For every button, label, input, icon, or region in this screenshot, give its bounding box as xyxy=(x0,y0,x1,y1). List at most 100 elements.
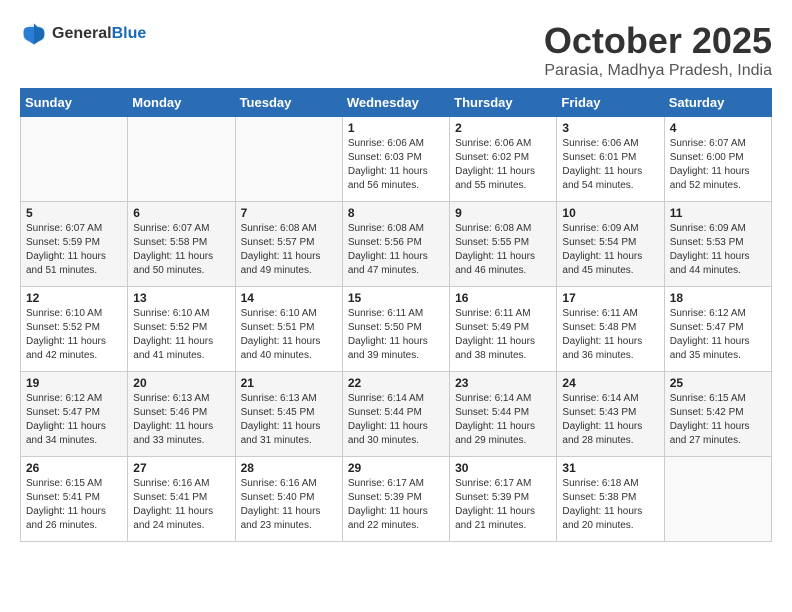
sunset-text: Sunset: 5:51 PM xyxy=(241,322,315,333)
daylight-text: Daylight: 11 hours and 27 minutes. xyxy=(670,421,750,446)
day-info: Sunrise: 6:14 AM Sunset: 5:44 PM Dayligh… xyxy=(348,392,444,448)
day-number: 1 xyxy=(348,121,444,135)
calendar-cell: 30 Sunrise: 6:17 AM Sunset: 5:39 PM Dayl… xyxy=(450,457,557,542)
daylight-text: Daylight: 11 hours and 31 minutes. xyxy=(241,421,321,446)
day-number: 19 xyxy=(26,376,122,390)
sunset-text: Sunset: 5:52 PM xyxy=(26,322,100,333)
sunrise-text: Sunrise: 6:11 AM xyxy=(455,308,530,319)
calendar-cell: 7 Sunrise: 6:08 AM Sunset: 5:57 PM Dayli… xyxy=(235,202,342,287)
daylight-text: Daylight: 11 hours and 46 minutes. xyxy=(455,251,535,276)
sunrise-text: Sunrise: 6:14 AM xyxy=(562,393,638,404)
calendar-cell: 6 Sunrise: 6:07 AM Sunset: 5:58 PM Dayli… xyxy=(128,202,235,287)
day-info: Sunrise: 6:10 AM Sunset: 5:51 PM Dayligh… xyxy=(241,307,337,363)
logo-blue-text: Blue xyxy=(112,25,147,42)
sunrise-text: Sunrise: 6:07 AM xyxy=(26,223,102,234)
day-info: Sunrise: 6:07 AM Sunset: 5:59 PM Dayligh… xyxy=(26,222,122,278)
calendar-subtitle: Parasia, Madhya Pradesh, India xyxy=(544,62,772,80)
sunset-text: Sunset: 6:02 PM xyxy=(455,152,529,163)
page-header: GeneralBlue October 2025 Parasia, Madhya… xyxy=(20,20,772,80)
sunset-text: Sunset: 5:54 PM xyxy=(562,237,636,248)
calendar-cell: 15 Sunrise: 6:11 AM Sunset: 5:50 PM Dayl… xyxy=(342,287,449,372)
daylight-text: Daylight: 11 hours and 33 minutes. xyxy=(133,421,213,446)
sunset-text: Sunset: 5:43 PM xyxy=(562,407,636,418)
day-number: 21 xyxy=(241,376,337,390)
day-info: Sunrise: 6:12 AM Sunset: 5:47 PM Dayligh… xyxy=(670,307,766,363)
sunrise-text: Sunrise: 6:10 AM xyxy=(26,308,102,319)
calendar-cell: 16 Sunrise: 6:11 AM Sunset: 5:49 PM Dayl… xyxy=(450,287,557,372)
sunset-text: Sunset: 6:00 PM xyxy=(670,152,744,163)
day-number: 30 xyxy=(455,461,551,475)
day-number: 20 xyxy=(133,376,229,390)
calendar-cell: 29 Sunrise: 6:17 AM Sunset: 5:39 PM Dayl… xyxy=(342,457,449,542)
sunrise-text: Sunrise: 6:12 AM xyxy=(26,393,102,404)
daylight-text: Daylight: 11 hours and 38 minutes. xyxy=(455,336,535,361)
calendar-cell: 21 Sunrise: 6:13 AM Sunset: 5:45 PM Dayl… xyxy=(235,372,342,457)
day-number: 28 xyxy=(241,461,337,475)
sunset-text: Sunset: 5:39 PM xyxy=(348,492,422,503)
daylight-text: Daylight: 11 hours and 26 minutes. xyxy=(26,506,106,531)
calendar-cell: 13 Sunrise: 6:10 AM Sunset: 5:52 PM Dayl… xyxy=(128,287,235,372)
day-number: 5 xyxy=(26,206,122,220)
calendar-cell: 2 Sunrise: 6:06 AM Sunset: 6:02 PM Dayli… xyxy=(450,117,557,202)
sunrise-text: Sunrise: 6:11 AM xyxy=(562,308,637,319)
daylight-text: Daylight: 11 hours and 41 minutes. xyxy=(133,336,213,361)
calendar-cell: 24 Sunrise: 6:14 AM Sunset: 5:43 PM Dayl… xyxy=(557,372,664,457)
calendar-cell: 4 Sunrise: 6:07 AM Sunset: 6:00 PM Dayli… xyxy=(664,117,771,202)
calendar-week-row: 12 Sunrise: 6:10 AM Sunset: 5:52 PM Dayl… xyxy=(21,287,772,372)
day-info: Sunrise: 6:11 AM Sunset: 5:50 PM Dayligh… xyxy=(348,307,444,363)
sunset-text: Sunset: 5:46 PM xyxy=(133,407,207,418)
day-info: Sunrise: 6:11 AM Sunset: 5:48 PM Dayligh… xyxy=(562,307,658,363)
day-info: Sunrise: 6:10 AM Sunset: 5:52 PM Dayligh… xyxy=(133,307,229,363)
sunset-text: Sunset: 5:44 PM xyxy=(455,407,529,418)
calendar-week-row: 19 Sunrise: 6:12 AM Sunset: 5:47 PM Dayl… xyxy=(21,372,772,457)
daylight-text: Daylight: 11 hours and 56 minutes. xyxy=(348,166,428,191)
daylight-text: Daylight: 11 hours and 28 minutes. xyxy=(562,421,642,446)
day-info: Sunrise: 6:06 AM Sunset: 6:02 PM Dayligh… xyxy=(455,137,551,193)
sunset-text: Sunset: 5:38 PM xyxy=(562,492,636,503)
logo-icon xyxy=(20,20,48,48)
sunrise-text: Sunrise: 6:06 AM xyxy=(455,138,531,149)
day-number: 10 xyxy=(562,206,658,220)
day-info: Sunrise: 6:08 AM Sunset: 5:57 PM Dayligh… xyxy=(241,222,337,278)
day-number: 15 xyxy=(348,291,444,305)
day-info: Sunrise: 6:06 AM Sunset: 6:01 PM Dayligh… xyxy=(562,137,658,193)
day-info: Sunrise: 6:16 AM Sunset: 5:41 PM Dayligh… xyxy=(133,477,229,533)
calendar-cell: 11 Sunrise: 6:09 AM Sunset: 5:53 PM Dayl… xyxy=(664,202,771,287)
day-info: Sunrise: 6:06 AM Sunset: 6:03 PM Dayligh… xyxy=(348,137,444,193)
day-info: Sunrise: 6:18 AM Sunset: 5:38 PM Dayligh… xyxy=(562,477,658,533)
sunrise-text: Sunrise: 6:08 AM xyxy=(455,223,531,234)
day-number: 24 xyxy=(562,376,658,390)
sunset-text: Sunset: 5:48 PM xyxy=(562,322,636,333)
day-info: Sunrise: 6:14 AM Sunset: 5:43 PM Dayligh… xyxy=(562,392,658,448)
day-number: 26 xyxy=(26,461,122,475)
calendar-cell: 19 Sunrise: 6:12 AM Sunset: 5:47 PM Dayl… xyxy=(21,372,128,457)
day-number: 23 xyxy=(455,376,551,390)
day-number: 31 xyxy=(562,461,658,475)
calendar-cell: 17 Sunrise: 6:11 AM Sunset: 5:48 PM Dayl… xyxy=(557,287,664,372)
sunrise-text: Sunrise: 6:10 AM xyxy=(133,308,209,319)
daylight-text: Daylight: 11 hours and 55 minutes. xyxy=(455,166,535,191)
calendar-title: October 2025 xyxy=(544,20,772,62)
day-number: 11 xyxy=(670,206,766,220)
sunrise-text: Sunrise: 6:17 AM xyxy=(455,478,531,489)
day-number: 3 xyxy=(562,121,658,135)
sunrise-text: Sunrise: 6:09 AM xyxy=(670,223,746,234)
sunset-text: Sunset: 5:47 PM xyxy=(26,407,100,418)
day-number: 14 xyxy=(241,291,337,305)
daylight-text: Daylight: 11 hours and 22 minutes. xyxy=(348,506,428,531)
day-number: 22 xyxy=(348,376,444,390)
day-info: Sunrise: 6:16 AM Sunset: 5:40 PM Dayligh… xyxy=(241,477,337,533)
calendar-cell: 22 Sunrise: 6:14 AM Sunset: 5:44 PM Dayl… xyxy=(342,372,449,457)
daylight-text: Daylight: 11 hours and 40 minutes. xyxy=(241,336,321,361)
header-thursday: Thursday xyxy=(450,89,557,117)
header-monday: Monday xyxy=(128,89,235,117)
day-info: Sunrise: 6:11 AM Sunset: 5:49 PM Dayligh… xyxy=(455,307,551,363)
sunrise-text: Sunrise: 6:06 AM xyxy=(562,138,638,149)
day-number: 17 xyxy=(562,291,658,305)
daylight-text: Daylight: 11 hours and 44 minutes. xyxy=(670,251,750,276)
sunset-text: Sunset: 5:56 PM xyxy=(348,237,422,248)
header-tuesday: Tuesday xyxy=(235,89,342,117)
day-info: Sunrise: 6:17 AM Sunset: 5:39 PM Dayligh… xyxy=(455,477,551,533)
day-number: 29 xyxy=(348,461,444,475)
calendar-cell: 25 Sunrise: 6:15 AM Sunset: 5:42 PM Dayl… xyxy=(664,372,771,457)
